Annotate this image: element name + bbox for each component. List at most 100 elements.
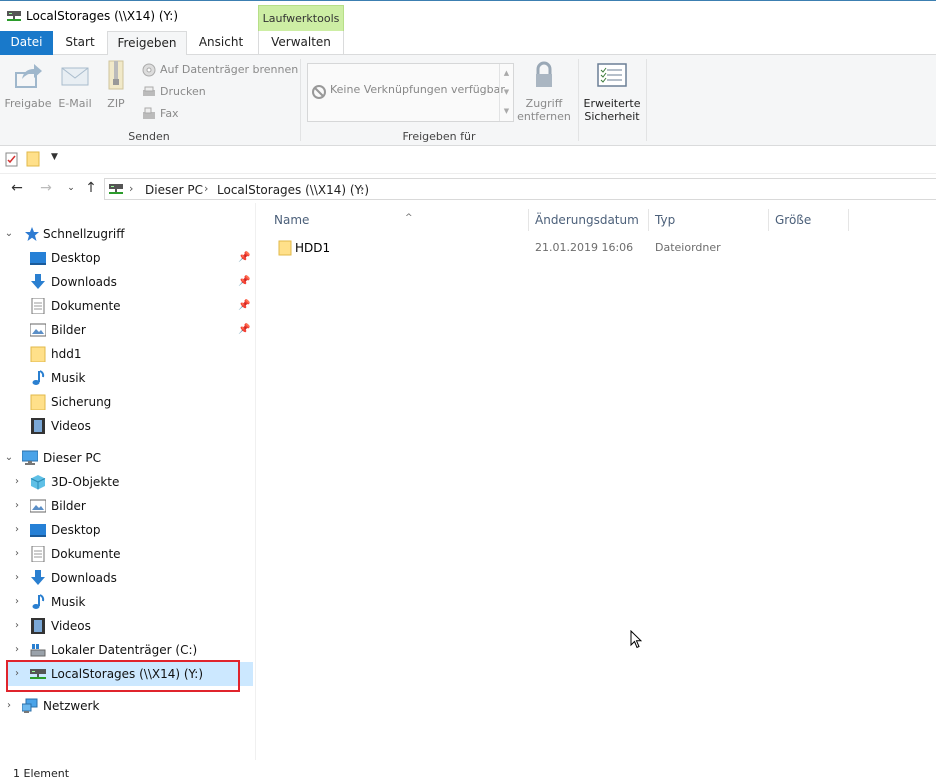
ribbon-separator (300, 59, 301, 141)
quick-item-videos[interactable]: Videos (0, 414, 256, 438)
breadcrumb-chevron-icon[interactable]: › (204, 182, 208, 195)
pictures-icon (30, 499, 46, 513)
table-row[interactable]: HDD1 21.01.2019 16:06 Dateiordner (271, 236, 851, 260)
forward-arrow-icon[interactable]: → (37, 180, 55, 196)
zip-button[interactable]: ZIP (100, 59, 132, 110)
quick-item-label: Musik (51, 371, 86, 385)
column-header-name[interactable]: Name ^ (268, 209, 529, 231)
quick-access-label: Schnellzugriff (43, 227, 125, 241)
pc-item-label: Lokaler Datenträger (C:) (51, 643, 198, 657)
column-header-type[interactable]: Typ (649, 209, 769, 231)
lock-icon (536, 61, 552, 87)
window-title: LocalStorages (\\X14) (Y:) (26, 9, 179, 23)
advanced-security-button[interactable]: Erweiterte Sicherheit (582, 59, 642, 123)
pc-item-localstorages-y[interactable]: › LocalStorages (\\X14) (Y:) (8, 662, 253, 686)
chevron-down-icon[interactable]: ⌄ (2, 446, 16, 470)
recent-locations-chevron-icon[interactable]: ⌄ (62, 183, 80, 193)
up-arrow-icon[interactable]: ↑ (82, 180, 100, 196)
file-modified: 21.01.2019 16:06 (535, 241, 634, 254)
quick-item-desktop[interactable]: Desktop 📌 (0, 246, 256, 270)
file-name: HDD1 (295, 241, 331, 255)
share-with-gallery[interactable]: Keine Verknüpfungen verfügbar ▲ ▼ ▼ (307, 63, 514, 122)
network-drive-icon (109, 184, 123, 194)
quick-item-downloads[interactable]: Downloads 📌 (0, 270, 256, 294)
chevron-right-icon[interactable]: › (10, 470, 24, 494)
quick-item-music[interactable]: Musik (0, 366, 256, 390)
chevron-right-icon[interactable]: › (10, 542, 24, 566)
network-label: Netzwerk (43, 699, 100, 713)
quick-item-hdd1[interactable]: hdd1 (0, 342, 256, 366)
back-arrow-icon[interactable]: ← (8, 180, 26, 196)
title-bar: LocalStorages (\\X14) (Y:) Laufwerktools (0, 0, 936, 32)
quick-item-label: Desktop (51, 251, 101, 265)
remove-access-label-line1: Zugriff (525, 97, 563, 110)
pc-item-local-disk-c[interactable]: › Lokaler Datenträger (C:) (0, 638, 256, 662)
network-drive-icon (7, 11, 21, 21)
quick-item-pictures[interactable]: Bilder 📌 (0, 318, 256, 342)
quick-item-label: hdd1 (51, 347, 82, 361)
chevron-right-icon[interactable]: › (2, 694, 16, 718)
chevron-right-icon[interactable]: › (10, 566, 24, 590)
gallery-scroll[interactable]: ▲ ▼ ▼ (499, 64, 513, 121)
breadcrumb-chevron-icon[interactable]: › (360, 182, 364, 195)
breadcrumb-localstorages[interactable]: LocalStorages (\\X14) (Y:) (217, 183, 369, 197)
share-with-empty-text: Keine Verknüpfungen verfügbar (330, 83, 505, 96)
share-icon (15, 64, 42, 88)
quick-item-documents[interactable]: Dokumente 📌 (0, 294, 256, 318)
tab-ansicht[interactable]: Ansicht (187, 31, 255, 55)
print-button[interactable]: Drucken (142, 83, 206, 101)
chevron-right-icon[interactable]: › (10, 494, 24, 518)
pc-item-3d-objects[interactable]: › 3D-Objekte (0, 470, 256, 494)
pc-item-downloads[interactable]: › Downloads (0, 566, 256, 590)
advanced-security-line1: Erweiterte (583, 97, 641, 110)
column-header-modified[interactable]: Änderungsdatum (529, 209, 649, 231)
tab-freigeben[interactable]: Freigeben (107, 31, 187, 56)
download-icon (31, 570, 45, 585)
address-bar[interactable]: › Dieser PC › LocalStorages (\\X14) (Y:)… (104, 178, 936, 200)
pc-item-videos[interactable]: › Videos (0, 614, 256, 638)
new-folder-icon[interactable] (26, 151, 40, 167)
quick-access-toolbar: ▼ (0, 146, 936, 174)
pc-item-documents[interactable]: › Dokumente (0, 542, 256, 566)
expand-gallery-icon[interactable]: ▼ (500, 102, 513, 121)
chevron-right-icon[interactable]: › (10, 614, 24, 638)
burn-button[interactable]: Auf Datenträger brennen (142, 61, 298, 79)
chevron-down-icon[interactable]: ⌄ (2, 222, 16, 246)
tree-network[interactable]: › Netzwerk (0, 694, 256, 718)
fax-icon (143, 107, 155, 119)
tree-this-pc[interactable]: ⌄ Dieser PC (0, 446, 256, 470)
chevron-right-icon[interactable]: › (10, 518, 24, 542)
chevron-right-icon[interactable]: › (10, 590, 24, 614)
pc-item-desktop[interactable]: › Desktop (0, 518, 256, 542)
this-pc-label: Dieser PC (43, 451, 101, 465)
tab-datei[interactable]: Datei (0, 31, 53, 55)
quick-item-backup[interactable]: Sicherung (0, 390, 256, 414)
tree-quick-access[interactable]: ⌄ Schnellzugriff (0, 222, 256, 246)
quick-item-label: Videos (51, 419, 91, 433)
chevron-right-icon[interactable]: › (10, 638, 24, 662)
share-button[interactable]: Freigabe (4, 59, 52, 110)
remove-access-label-line2: entfernen (517, 110, 571, 123)
scroll-down-icon[interactable]: ▼ (500, 83, 513, 102)
cube-icon (30, 475, 46, 490)
pc-item-label: Dokumente (51, 547, 121, 561)
properties-icon[interactable] (5, 152, 19, 167)
column-header-size[interactable]: Größe (769, 209, 849, 231)
email-button[interactable]: E-Mail (54, 59, 96, 110)
fax-button[interactable]: Fax (142, 105, 179, 123)
remove-access-button[interactable]: Zugriff entfernen (516, 59, 572, 123)
tab-verwalten[interactable]: Verwalten (258, 31, 344, 55)
desktop-icon (30, 524, 46, 537)
customize-toolbar-icon[interactable]: ▼ (51, 152, 58, 162)
pc-item-pictures[interactable]: › Bilder (0, 494, 256, 518)
chevron-right-icon[interactable]: › (10, 662, 24, 686)
scroll-up-icon[interactable]: ▲ (500, 64, 513, 83)
status-bar: 1 Element (0, 760, 936, 780)
pc-item-music[interactable]: › Musik (0, 590, 256, 614)
column-name-label: Name (274, 213, 310, 227)
pin-icon: 📌 (238, 276, 251, 287)
breadcrumb-chevron-icon[interactable]: › (129, 182, 133, 195)
breadcrumb-dieser-pc[interactable]: Dieser PC (145, 183, 203, 197)
tab-start[interactable]: Start (53, 31, 107, 55)
ribbon-separator (578, 59, 579, 141)
